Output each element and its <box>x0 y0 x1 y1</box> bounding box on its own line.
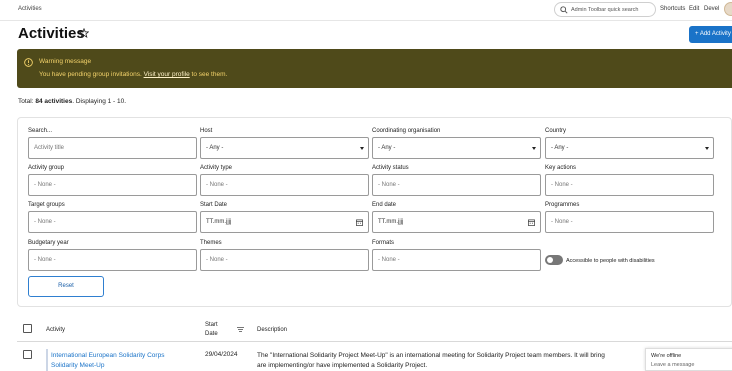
summary-count: 84 activities <box>35 98 73 105</box>
calendar-icon[interactable] <box>528 219 535 226</box>
toolbar-link-devel[interactable]: Devel <box>704 6 719 12</box>
search-placeholder-text: Activity title <box>34 145 65 151</box>
themes-value: - None - <box>206 257 228 263</box>
avatar[interactable] <box>724 2 732 16</box>
breadcrumb[interactable]: Activities <box>18 6 42 12</box>
toggle-knob <box>547 257 553 263</box>
reset-button[interactable]: Reset <box>28 276 104 297</box>
description-line-2: are implementing/or have implemented a S… <box>257 362 428 369</box>
country-select[interactable]: - Any - <box>545 137 714 159</box>
add-activity-button[interactable]: + Add Activity <box>689 26 732 43</box>
host-label: Host <box>200 128 213 134</box>
chat-leave-message[interactable]: Leave a message <box>651 362 694 368</box>
column-start-date-line2[interactable]: Date <box>205 331 218 337</box>
end-date-value: TT.mm.jjjj <box>378 219 404 225</box>
search-input[interactable]: Activity title <box>28 137 197 159</box>
visit-profile-link[interactable]: Visit your profile <box>144 71 190 78</box>
search-label: Search... <box>28 128 53 134</box>
target-groups-label: Target groups <box>28 202 65 208</box>
budgetary-year-field[interactable]: - None - <box>28 249 197 271</box>
themes-field[interactable]: - None - <box>200 249 369 271</box>
sort-icon[interactable] <box>237 327 244 332</box>
select-all-checkbox[interactable] <box>23 324 32 333</box>
activity-status-value: - None - <box>378 182 400 188</box>
accessible-toggle[interactable] <box>545 255 563 265</box>
summary-prefix: Total: <box>18 98 34 105</box>
warning-text: You have pending group invitations. Visi… <box>39 71 227 78</box>
activity-type-value: - None - <box>206 182 228 188</box>
warning-title: Warning message <box>39 58 92 65</box>
end-date-input[interactable]: TT.mm.jjjj <box>372 211 541 233</box>
key-actions-value: - None - <box>551 182 573 188</box>
chevron-down-icon <box>360 147 364 150</box>
chevron-down-icon <box>705 147 709 150</box>
warning-text-before: You have pending group invitations. <box>39 71 142 78</box>
activity-group-field[interactable]: - None - <box>28 174 197 196</box>
table-header <box>17 318 732 342</box>
toolbar-link-shortcuts[interactable]: Shortcuts <box>660 6 685 12</box>
search-placeholder: Admin Toolbar quick search <box>571 7 639 13</box>
coord-value: - Any - <box>378 145 396 151</box>
start-date-value: TT.mm.jjjj <box>206 219 232 225</box>
accessible-label: Accessible to people with disabilities <box>566 258 655 264</box>
activity-status-field[interactable]: - None - <box>372 174 541 196</box>
target-groups-value: - None - <box>34 219 56 225</box>
programmes-field[interactable]: - None - <box>545 211 714 233</box>
start-date-input[interactable]: TT.mm.jjjj <box>200 211 369 233</box>
key-actions-label: Key actions <box>545 165 577 171</box>
row-indicator <box>46 349 48 371</box>
chevron-down-icon <box>532 147 536 150</box>
toolbar-link-edit[interactable]: Edit <box>689 6 699 12</box>
end-date-label: End date <box>372 202 397 208</box>
warning-icon <box>24 58 33 67</box>
formats-field[interactable]: - None - <box>372 249 541 271</box>
host-select[interactable]: - Any - <box>200 137 369 159</box>
target-groups-field[interactable]: - None - <box>28 211 197 233</box>
chat-widget[interactable]: We're offline Leave a message <box>645 348 732 371</box>
column-description[interactable]: Description <box>257 327 287 333</box>
host-value: - Any - <box>206 145 224 151</box>
activity-group-value: - None - <box>34 182 56 188</box>
summary-suffix: . Displaying 1 - 10. <box>72 98 127 105</box>
search-icon <box>560 6 568 14</box>
country-value: - Any - <box>551 145 569 151</box>
start-date-label: Start Date <box>200 202 228 208</box>
toolbar-search-input[interactable]: Admin Toolbar quick search <box>554 2 656 17</box>
column-start-date-line1[interactable]: Start <box>205 322 218 328</box>
star-icon[interactable] <box>79 28 89 38</box>
programmes-value: - None - <box>551 219 573 225</box>
description-cell: The "International Solidarity Project Me… <box>257 351 697 371</box>
key-actions-field[interactable]: - None - <box>545 174 714 196</box>
column-activity[interactable]: Activity <box>46 327 65 333</box>
budgetary-year-label: Budgetary year <box>28 240 69 246</box>
page-title: Activities <box>18 25 85 42</box>
coordinating-organisation-select[interactable]: - Any - <box>372 137 541 159</box>
results-summary: Total: 84 activities. Displaying 1 - 10. <box>18 98 126 105</box>
themes-label: Themes <box>200 240 222 246</box>
activity-group-label: Activity group <box>28 165 65 171</box>
calendar-icon[interactable] <box>356 219 363 226</box>
row-checkbox[interactable] <box>23 350 32 359</box>
description-line-1: The "International Solidarity Project Me… <box>257 352 605 359</box>
coord-label: Coordinating organisation <box>372 128 441 134</box>
warning-text-after: to see them. <box>191 71 228 78</box>
activity-type-field[interactable]: - None - <box>200 174 369 196</box>
programmes-label: Programmes <box>545 202 580 208</box>
admin-toolbar: Activities Admin Toolbar quick search Sh… <box>0 0 732 21</box>
activity-link[interactable]: International European Solidarity Corps … <box>51 351 191 371</box>
formats-value: - None - <box>378 257 400 263</box>
activity-type-label: Activity type <box>200 165 233 171</box>
activity-status-label: Activity status <box>372 165 409 171</box>
formats-label: Formats <box>372 240 395 246</box>
chat-status: We're offline <box>651 353 682 359</box>
budgetary-year-value: - None - <box>34 257 56 263</box>
country-label: Country <box>545 128 567 134</box>
warning-message: Warning message You have pending group i… <box>17 49 732 88</box>
start-date-cell: 29/04/2024 <box>205 351 238 358</box>
